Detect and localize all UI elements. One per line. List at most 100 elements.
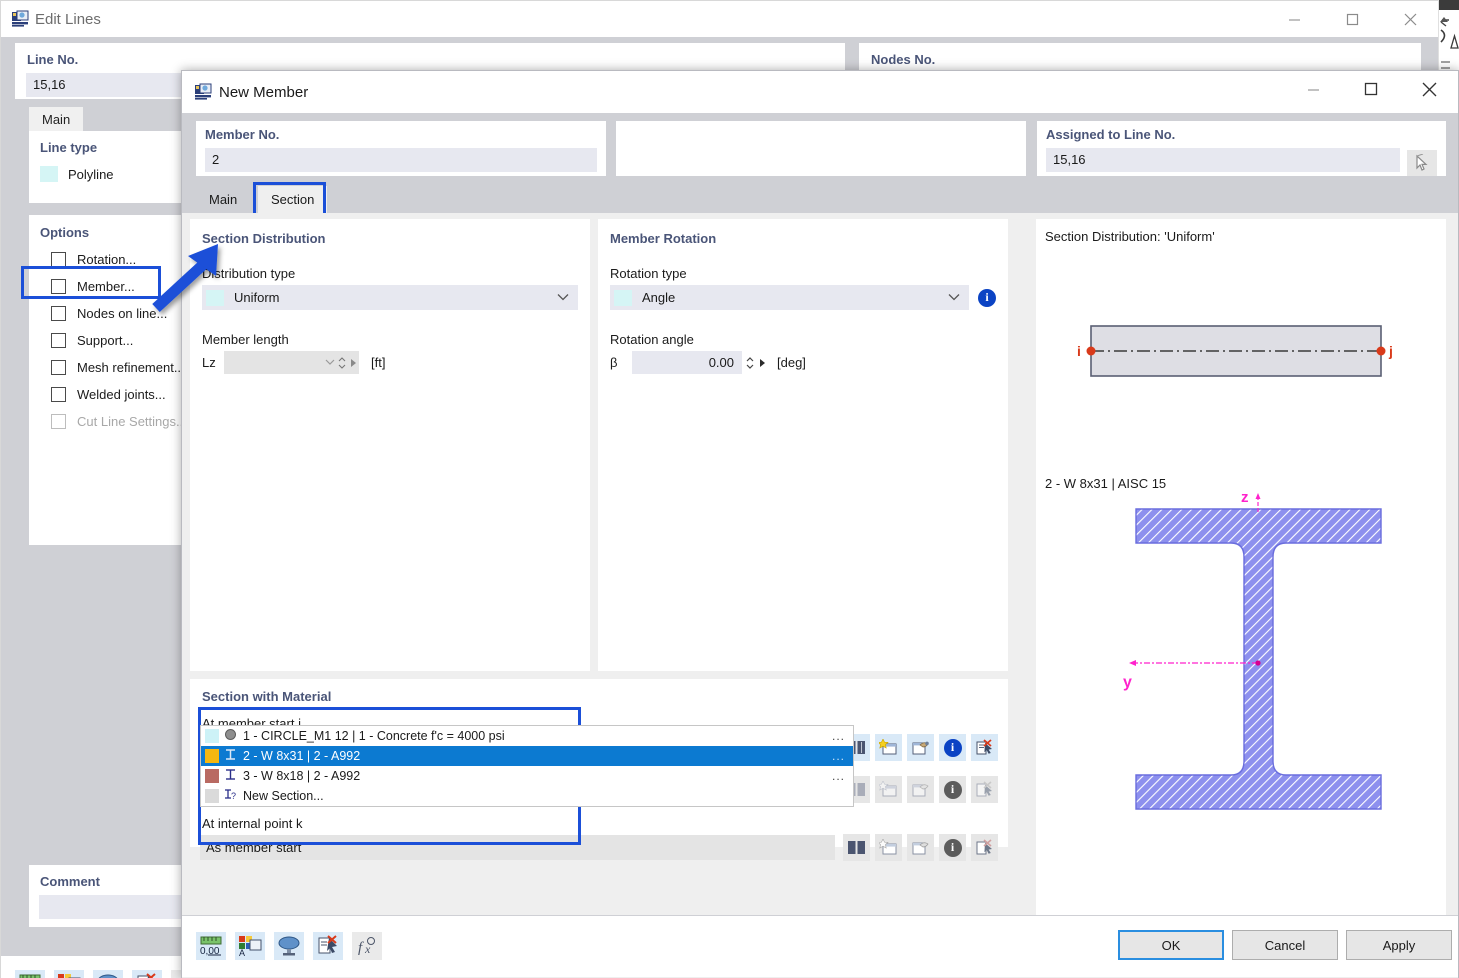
header-empty-group	[616, 121, 1026, 176]
option-support[interactable]: Support...	[51, 327, 195, 354]
formula-icon[interactable]: f x	[352, 932, 382, 960]
assigned-to-line-input[interactable]: 15,16	[1046, 148, 1400, 172]
assigned-to-line-group: Assigned to Line No. 15,16	[1037, 121, 1446, 176]
distribution-type-combo[interactable]: Uniform	[202, 285, 578, 310]
dialog-tabs: Main Section	[182, 182, 1458, 219]
section-dropdown-list[interactable]: 1 - CIRCLE_M1 12 | 1 - Concrete f'c = 40…	[200, 725, 854, 807]
distribution-type-value: Uniform	[234, 290, 280, 305]
units-icon[interactable]: 0,00	[196, 932, 226, 960]
member-no-label: Member No.	[205, 127, 280, 142]
delete-icon	[971, 776, 998, 803]
section-color-swatch	[205, 789, 219, 803]
option-label-welded-joints: Welded joints...	[77, 387, 166, 402]
new-icon[interactable]	[875, 834, 902, 861]
rotation-type-value: Angle	[642, 290, 676, 305]
display-properties-icon[interactable]: A	[54, 970, 84, 978]
rotation-type-color-swatch	[614, 289, 632, 306]
member-rotation-title: Member Rotation	[610, 231, 717, 246]
new-icon	[875, 776, 902, 803]
info-icon[interactable]: i	[939, 734, 966, 761]
checkbox-mesh-refinement[interactable]	[51, 360, 66, 375]
dropdown-item-3[interactable]: 3 - W 8x18 | 2 - A992 ...	[201, 766, 853, 786]
dropdown-item-more[interactable]: ...	[832, 769, 845, 783]
spinner-icon[interactable]	[338, 356, 346, 370]
dropdown-item-label: 3 - W 8x18 | 2 - A992	[243, 769, 361, 783]
checkbox-cut-line-settings	[51, 414, 66, 429]
chevron-down-icon[interactable]	[325, 359, 335, 366]
delete-icon[interactable]	[971, 734, 998, 761]
section-color-swatch	[205, 729, 219, 743]
dropdown-item-1[interactable]: 1 - CIRCLE_M1 12 | 1 - Concrete f'c = 40…	[201, 726, 853, 746]
line-type-combo[interactable]: Polyline	[40, 161, 195, 187]
edit-icon[interactable]	[907, 734, 934, 761]
tab-main[interactable]: Main	[29, 107, 84, 131]
line-type-color-swatch	[40, 166, 58, 182]
delete-icon[interactable]	[313, 932, 343, 960]
visual-icon[interactable]	[93, 970, 123, 978]
dropdown-item-new-section[interactable]: ? New Section...	[201, 786, 853, 806]
svg-text:f: f	[358, 940, 364, 956]
play-icon[interactable]	[349, 358, 358, 368]
new-member-titlebar: New Member	[182, 71, 1458, 113]
minimize-icon[interactable]	[1265, 1, 1323, 37]
cancel-button[interactable]: Cancel	[1232, 930, 1338, 960]
rotation-type-combo[interactable]: Angle	[610, 285, 969, 310]
checkbox-rotation[interactable]	[51, 252, 66, 267]
display-properties-icon[interactable]: A	[235, 932, 265, 960]
new-section-icon: ?	[224, 788, 237, 804]
info-icon[interactable]: i	[978, 288, 996, 307]
library-icon[interactable]	[843, 834, 870, 861]
play-icon[interactable]	[758, 358, 767, 368]
spinner-icon[interactable]	[746, 356, 754, 370]
close-icon[interactable]	[1400, 71, 1458, 107]
dialog-title: New Member	[219, 83, 309, 101]
line-type-label: Line type	[40, 140, 98, 155]
comment-card: Comment	[29, 865, 195, 927]
dropdown-item-label: New Section...	[243, 789, 324, 803]
checkbox-nodes-on-line[interactable]	[51, 306, 66, 321]
window-title: Edit Lines	[35, 10, 101, 28]
maximize-icon[interactable]	[1323, 1, 1381, 37]
option-mesh-refinement[interactable]: Mesh refinement...	[51, 354, 195, 381]
checkbox-welded-joints[interactable]	[51, 387, 66, 402]
i-beam-icon	[224, 768, 237, 784]
option-welded-joints[interactable]: Welded joints...	[51, 381, 195, 408]
close-icon[interactable]	[1381, 1, 1439, 37]
ok-button[interactable]: OK	[1118, 930, 1224, 960]
maximize-icon[interactable]	[1342, 71, 1400, 107]
rotation-type-label: Rotation type	[610, 266, 687, 281]
comment-label: Comment	[40, 874, 100, 889]
delete-icon[interactable]	[132, 970, 162, 978]
checkbox-support[interactable]	[51, 333, 66, 348]
dropdown-item-more[interactable]: ...	[832, 729, 845, 743]
info-icon[interactable]: i	[939, 834, 966, 861]
member-no-input[interactable]: 2	[205, 148, 597, 172]
tab-main[interactable]: Main	[196, 186, 251, 213]
dropdown-item-more[interactable]: ...	[832, 749, 845, 763]
edit-icon[interactable]	[907, 834, 934, 861]
new-icon[interactable]	[875, 734, 902, 761]
info-icon: i	[939, 776, 966, 803]
chevron-down-icon[interactable]	[557, 292, 569, 304]
minimize-icon[interactable]	[1284, 71, 1342, 107]
window-controls	[1265, 1, 1439, 37]
dropdown-item-2[interactable]: 2 - W 8x31 | 2 - A992 ...	[201, 746, 853, 766]
section-distribution-title: Section Distribution	[202, 231, 326, 246]
app-icon	[11, 9, 30, 28]
option-label-rotation: Rotation...	[77, 252, 137, 267]
delete-icon[interactable]	[971, 834, 998, 861]
rotation-angle-input[interactable]: 0.00	[632, 351, 742, 374]
units-icon[interactable]: 0,00	[15, 970, 45, 978]
member-length-symbol: Lz	[202, 355, 216, 370]
chevron-down-icon[interactable]	[948, 292, 960, 304]
comment-input[interactable]	[39, 895, 185, 919]
section-color-swatch	[205, 769, 219, 783]
dropdown-item-label: 1 - CIRCLE_M1 12 | 1 - Concrete f'c = 40…	[243, 729, 505, 743]
nodes-no-label: Nodes No.	[871, 52, 936, 67]
visual-icon[interactable]	[274, 932, 304, 960]
i-beam-icon	[224, 748, 237, 764]
option-nodes-on-line[interactable]: Nodes on line...	[51, 300, 195, 327]
pick-cursor-icon[interactable]	[1407, 150, 1437, 176]
rotation-angle-label: Rotation angle	[610, 332, 694, 347]
apply-button[interactable]: Apply	[1346, 930, 1452, 960]
